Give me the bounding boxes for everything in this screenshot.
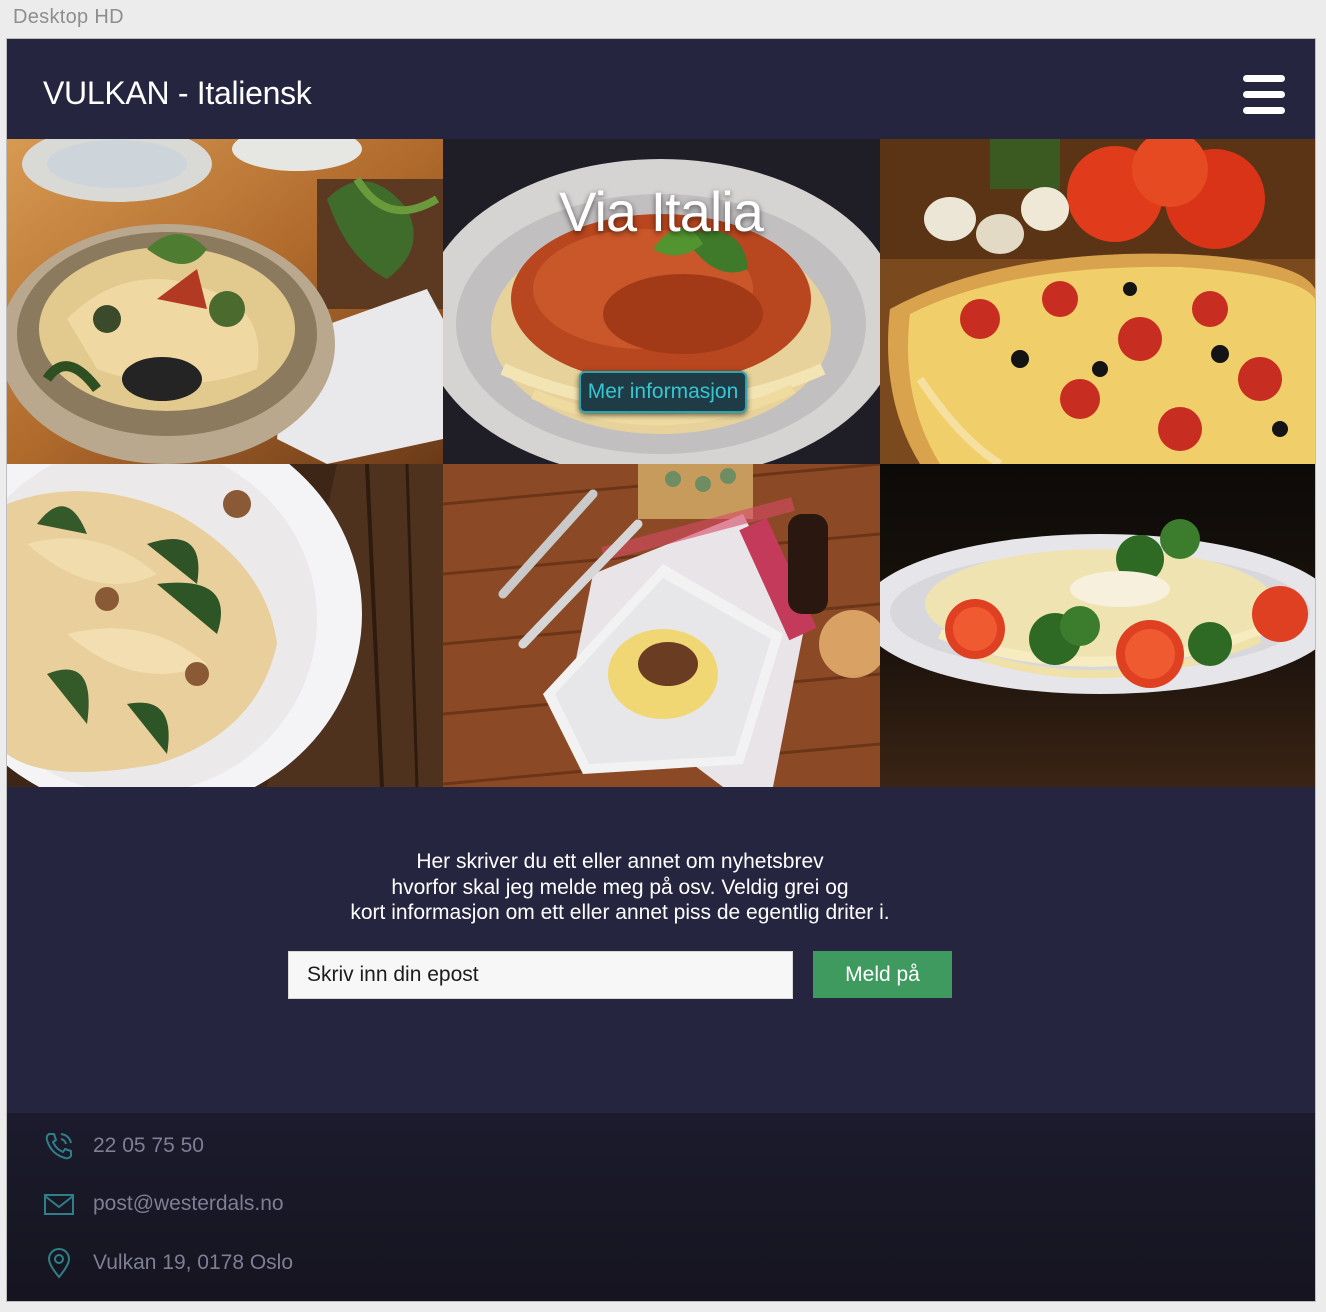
newsletter-line: kort informasjon om ett eller annet piss… (350, 901, 890, 924)
location-pin-icon (43, 1247, 75, 1279)
pizza-photo (880, 139, 1315, 464)
more-info-button[interactable]: Mer informasjon (579, 371, 747, 413)
newsletter-section: Her skriver du ett eller annet om nyhets… (7, 787, 1315, 1113)
footer: 22 05 75 50 post@westerdals.no Vulkan 19… (7, 1113, 1315, 1301)
pasta-bowl-photo (7, 139, 443, 464)
contact-address: Vulkan 19, 0178 Oslo (43, 1246, 293, 1280)
contact-phone: 22 05 75 50 (43, 1129, 204, 1163)
pappardelle-photo (7, 464, 443, 787)
page-frame: VULKAN - Italiensk Via Italia Mer inform… (7, 39, 1315, 1301)
email-address[interactable]: post@westerdals.no (93, 1192, 284, 1216)
artboard-label: Desktop HD (13, 6, 124, 28)
spaghetti-broccoli-photo (880, 464, 1315, 787)
hamburger-menu-icon[interactable] (1243, 75, 1285, 115)
penne-plate-photo (443, 464, 880, 787)
signup-button[interactable]: Meld på (813, 951, 952, 998)
brand-title[interactable]: VULKAN - Italiensk (43, 75, 312, 112)
contact-email: post@westerdals.no (43, 1187, 284, 1221)
navbar: VULKAN - Italiensk (7, 39, 1315, 139)
hero-tile: Via Italia Mer informasjon (443, 139, 880, 464)
newsletter-line: hvorfor skal jeg melde meg på osv. Veldi… (391, 875, 849, 899)
email-input[interactable] (288, 951, 793, 999)
newsletter-text: Her skriver du ett eller annet om nyhets… (7, 849, 1233, 926)
food-gallery: Via Italia Mer informasjon (7, 139, 1315, 787)
envelope-icon (43, 1188, 75, 1220)
hero-title: Via Italia (559, 180, 764, 243)
street-address: Vulkan 19, 0178 Oslo (93, 1251, 294, 1274)
phone-number[interactable]: 22 05 75 50 (93, 1134, 204, 1158)
phone-icon (43, 1130, 75, 1162)
newsletter-line: Her skriver du ett eller annet om nyhets… (416, 850, 824, 873)
